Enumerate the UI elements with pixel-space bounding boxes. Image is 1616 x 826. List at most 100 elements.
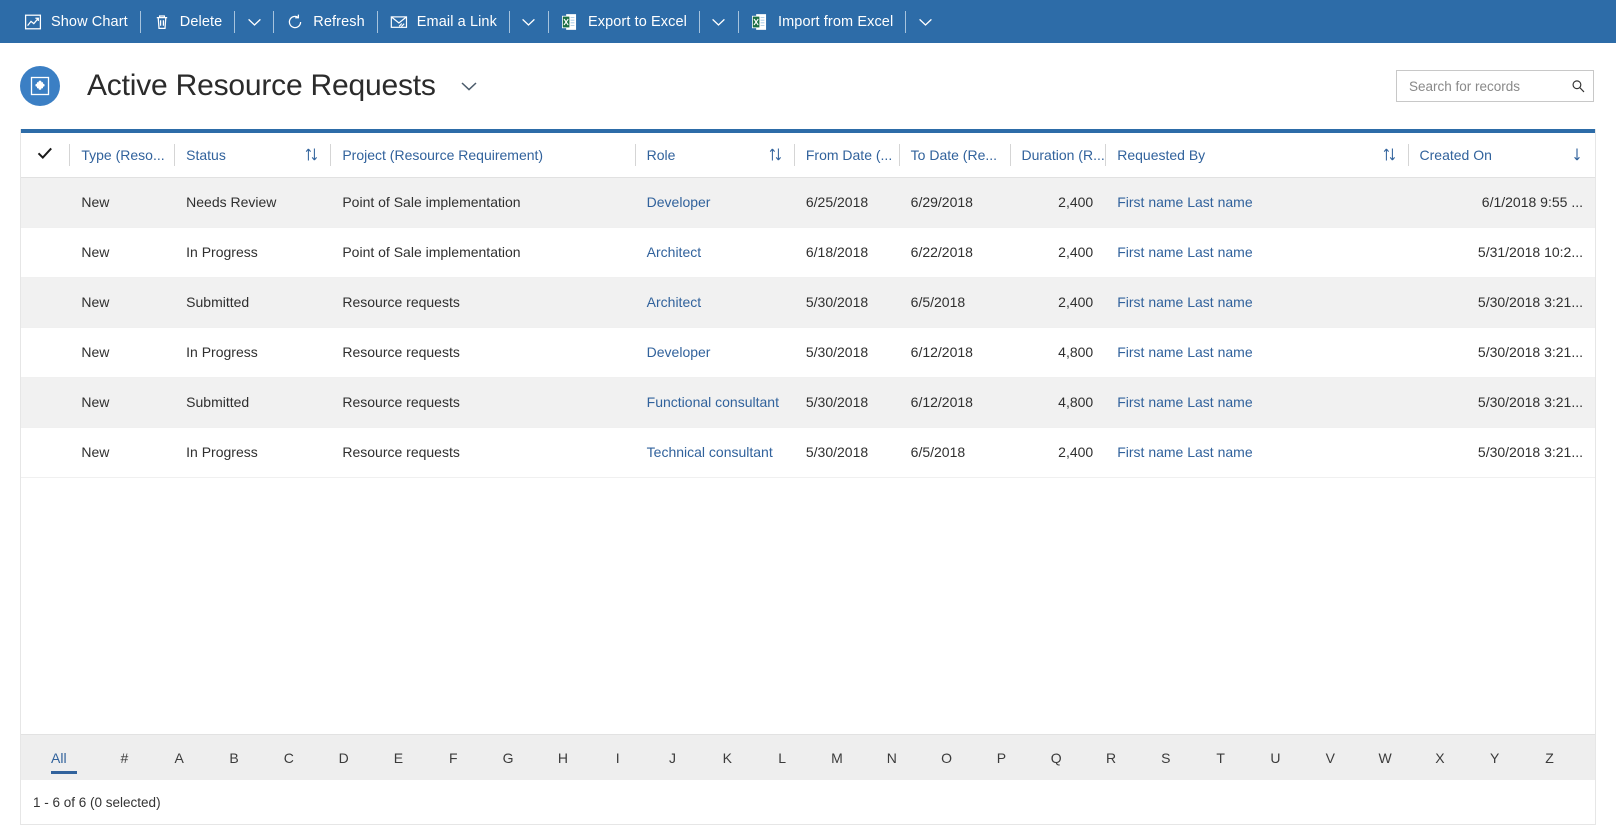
column-header-created-on[interactable]: Created On: [1408, 133, 1595, 177]
alpha-filter-x[interactable]: X: [1413, 747, 1468, 769]
table-row[interactable]: New In Progress Point of Sale implementa…: [21, 227, 1595, 277]
row-checkbox[interactable]: [21, 327, 69, 377]
role-link[interactable]: Architect: [647, 244, 701, 260]
alpha-filter-b[interactable]: B: [207, 747, 262, 769]
table-row[interactable]: New Submitted Resource requests Function…: [21, 377, 1595, 427]
row-checkbox[interactable]: [21, 427, 69, 477]
alpha-filter-o[interactable]: O: [919, 747, 974, 769]
command-overflow-import-from-excel[interactable]: [908, 0, 942, 43]
row-checkbox[interactable]: [21, 177, 69, 227]
column-header-project[interactable]: Project (Resource Requirement): [330, 133, 634, 177]
alpha-filter-f[interactable]: F: [426, 747, 481, 769]
alpha-filter-all[interactable]: All: [51, 747, 97, 769]
cell-requested-by[interactable]: First name Last name: [1105, 227, 1407, 277]
alpha-filter-z[interactable]: Z: [1522, 747, 1577, 769]
search-icon[interactable]: [1571, 78, 1585, 94]
requested-by-link[interactable]: First name Last name: [1117, 444, 1252, 460]
cell-requested-by[interactable]: First name Last name: [1105, 177, 1407, 227]
role-link[interactable]: Technical consultant: [647, 444, 773, 460]
cell-duration: 2,400: [1010, 227, 1106, 277]
alpha-filter-g[interactable]: G: [481, 747, 536, 769]
cell-requested-by[interactable]: First name Last name: [1105, 427, 1407, 477]
alpha-filter-t[interactable]: T: [1193, 747, 1248, 769]
search-input[interactable]: [1407, 78, 1571, 95]
alpha-filter-k[interactable]: K: [700, 747, 755, 769]
alpha-filter-m[interactable]: M: [810, 747, 865, 769]
sort-toggle-icon[interactable]: [1383, 147, 1396, 162]
role-link[interactable]: Developer: [647, 194, 711, 210]
column-header-to-date[interactable]: To Date (Re...: [899, 133, 1010, 177]
command-button-show-chart[interactable]: Show Chart: [14, 0, 138, 43]
table-row[interactable]: New Submitted Resource requests Architec…: [21, 277, 1595, 327]
alpha-filter-a[interactable]: A: [152, 747, 207, 769]
alpha-filter-v[interactable]: V: [1303, 747, 1358, 769]
sort-toggle-icon[interactable]: [305, 147, 318, 162]
select-all-header[interactable]: [21, 133, 69, 177]
command-overflow-export-to-excel[interactable]: [702, 0, 736, 43]
column-header-duration[interactable]: Duration (R...: [1010, 133, 1106, 177]
search-box[interactable]: [1396, 70, 1594, 102]
column-header-from-date[interactable]: From Date (...: [794, 133, 899, 177]
checkmark-icon[interactable]: [36, 144, 54, 162]
sort-descending-icon[interactable]: [1571, 147, 1583, 162]
sort-toggle-icon[interactable]: [769, 147, 782, 162]
column-label: Requested By: [1117, 147, 1205, 163]
alpha-filter-p[interactable]: P: [974, 747, 1029, 769]
alpha-filter-q[interactable]: Q: [1029, 747, 1084, 769]
cell-role[interactable]: Architect: [635, 227, 794, 277]
row-checkbox[interactable]: [21, 227, 69, 277]
alpha-filter-w[interactable]: W: [1358, 747, 1413, 769]
cell-role[interactable]: Functional consultant: [635, 377, 794, 427]
alpha-filter-c[interactable]: C: [261, 747, 316, 769]
cell-created-on: 5/30/2018 3:21...: [1408, 377, 1595, 427]
alpha-filter-j[interactable]: J: [645, 747, 700, 769]
role-link[interactable]: Functional consultant: [647, 394, 779, 410]
requested-by-link[interactable]: First name Last name: [1117, 244, 1252, 260]
alpha-filter-y[interactable]: Y: [1467, 747, 1522, 769]
alpha-filter-h[interactable]: H: [536, 747, 591, 769]
row-checkbox[interactable]: [21, 377, 69, 427]
command-button-email-a-link[interactable]: Email a Link: [380, 0, 507, 43]
alpha-filter-n[interactable]: N: [864, 747, 919, 769]
cell-role[interactable]: Technical consultant: [635, 427, 794, 477]
table-row[interactable]: New In Progress Resource requests Techni…: [21, 427, 1595, 477]
alpha-filter-e[interactable]: E: [371, 747, 426, 769]
command-separator: [273, 11, 274, 33]
row-checkbox[interactable]: [21, 277, 69, 327]
cell-role[interactable]: Developer: [635, 327, 794, 377]
column-header-role[interactable]: Role: [635, 133, 794, 177]
alpha-filter-l[interactable]: L: [755, 747, 810, 769]
requested-by-link[interactable]: First name Last name: [1117, 344, 1252, 360]
role-link[interactable]: Architect: [647, 294, 701, 310]
cell-project: Point of Sale implementation: [330, 177, 634, 227]
command-overflow-delete[interactable]: [237, 0, 271, 43]
cell-role[interactable]: Architect: [635, 277, 794, 327]
cell-duration: 2,400: [1010, 277, 1106, 327]
command-button-export-to-excel[interactable]: Export to Excel: [551, 0, 697, 43]
alpha-filter-d[interactable]: D: [316, 747, 371, 769]
cell-requested-by[interactable]: First name Last name: [1105, 327, 1407, 377]
cell-requested-by[interactable]: First name Last name: [1105, 377, 1407, 427]
alpha-filter-i[interactable]: I: [590, 747, 645, 769]
requested-by-link[interactable]: First name Last name: [1117, 294, 1252, 310]
table-row[interactable]: New In Progress Resource requests Develo…: [21, 327, 1595, 377]
command-button-import-from-excel[interactable]: Import from Excel: [741, 0, 903, 43]
view-selector-button[interactable]: [454, 74, 484, 98]
command-button-delete[interactable]: Delete: [143, 0, 233, 43]
cell-requested-by[interactable]: First name Last name: [1105, 277, 1407, 327]
cell-role[interactable]: Developer: [635, 177, 794, 227]
role-link[interactable]: Developer: [647, 344, 711, 360]
requested-by-link[interactable]: First name Last name: [1117, 194, 1252, 210]
table-row[interactable]: New Needs Review Point of Sale implement…: [21, 177, 1595, 227]
cell-from-date: 5/30/2018: [794, 377, 899, 427]
alpha-filter-s[interactable]: S: [1138, 747, 1193, 769]
column-header-requested-by[interactable]: Requested By: [1105, 133, 1407, 177]
command-button-refresh[interactable]: Refresh: [276, 0, 374, 43]
alpha-filter-u[interactable]: U: [1248, 747, 1303, 769]
command-overflow-email-a-link[interactable]: [512, 0, 546, 43]
alpha-filter-r[interactable]: R: [1084, 747, 1139, 769]
alpha-filter-hash[interactable]: #: [97, 747, 152, 769]
column-header-status[interactable]: Status: [174, 133, 330, 177]
requested-by-link[interactable]: First name Last name: [1117, 394, 1252, 410]
column-header-type[interactable]: Type (Reso...: [69, 133, 174, 177]
